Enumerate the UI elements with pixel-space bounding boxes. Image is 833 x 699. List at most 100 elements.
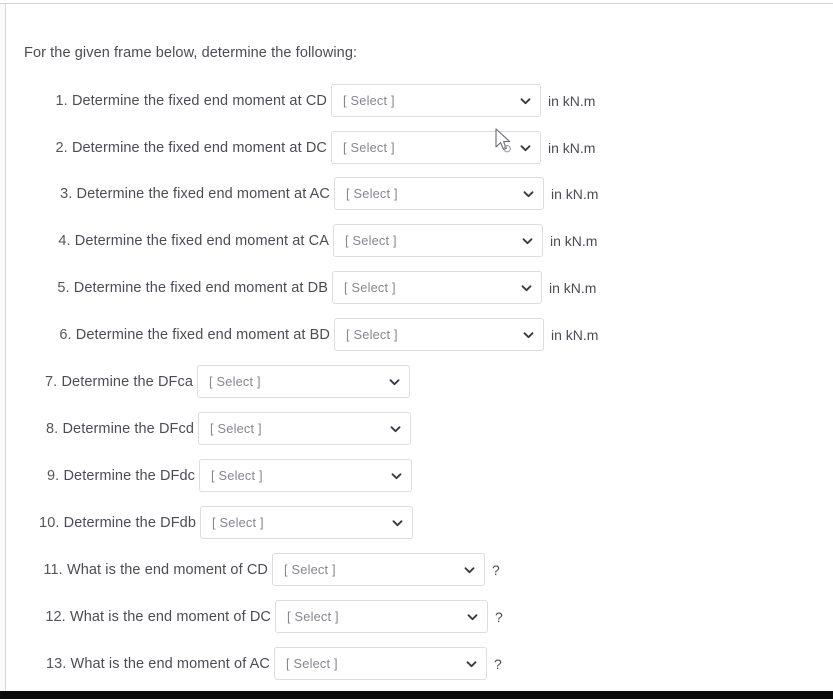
question-label: 12. What is the end moment of DC bbox=[7, 609, 275, 625]
question-number: 3. bbox=[60, 185, 73, 202]
question-text: Determine the fixed end moment at AC bbox=[76, 185, 330, 202]
unit-suffix: in kN.m bbox=[548, 139, 596, 156]
question-number: 6. bbox=[59, 326, 72, 343]
chevron-down-icon[interactable] bbox=[389, 376, 400, 387]
question-label: 7. Determine the DFca bbox=[7, 374, 197, 390]
question-number: 5. bbox=[57, 279, 70, 296]
question-row: 2. Determine the fixed end moment at DC [… bbox=[7, 131, 595, 164]
chevron-down-icon[interactable] bbox=[521, 282, 532, 293]
question-label: 5. Determine the fixed end moment at DB bbox=[7, 280, 332, 296]
question-text: Determine the fixed end moment at DB bbox=[73, 279, 328, 296]
select-placeholder: [ Select ] bbox=[286, 656, 338, 671]
quiz-content: For the given frame below, determine the… bbox=[7, 5, 833, 691]
left-gutter bbox=[0, 4, 6, 699]
select-placeholder: [ Select ] bbox=[343, 93, 395, 108]
question-row: 1. Determine the fixed end moment at CD [… bbox=[7, 84, 595, 117]
select-placeholder: [ Select ] bbox=[346, 327, 398, 342]
question-text: Determine the DFdb bbox=[63, 514, 196, 531]
select-placeholder: [ Select ] bbox=[211, 468, 263, 483]
select-placeholder: [ Select ] bbox=[345, 233, 397, 248]
question-row: 11. What is the end moment of CD [ Select… bbox=[7, 553, 500, 586]
question-text: Determine the fixed end moment at CD bbox=[71, 92, 327, 109]
chevron-down-icon[interactable] bbox=[466, 658, 477, 669]
question-row: 6. Determine the fixed end moment at BD [… bbox=[7, 318, 598, 351]
question-row: 3. Determine the fixed end moment at AC [… bbox=[7, 177, 598, 210]
question-row: 5. Determine the fixed end moment at DB [… bbox=[7, 271, 596, 304]
top-divider bbox=[0, 0, 833, 4]
answer-select-8[interactable]: [ Select ] bbox=[198, 412, 411, 445]
question-number: 7. bbox=[45, 373, 58, 390]
unit-suffix: in kN.m bbox=[548, 92, 596, 109]
question-label: 2. Determine the fixed end moment at DC bbox=[7, 140, 331, 156]
unit-suffix: in kN.m bbox=[551, 326, 599, 343]
question-text: Determine the DFdc bbox=[63, 467, 195, 484]
answer-select-1[interactable]: [ Select ] bbox=[331, 84, 541, 117]
question-label: 3. Determine the fixed end moment at AC bbox=[7, 186, 334, 202]
question-mark: ? bbox=[494, 655, 502, 672]
question-label: 10. Determine the DFdb bbox=[7, 515, 200, 531]
question-label: 6. Determine the fixed end moment at BD bbox=[7, 327, 334, 343]
select-placeholder: [ Select ] bbox=[210, 421, 262, 436]
question-label: 13. What is the end moment of AC bbox=[7, 656, 274, 672]
question-row: 8. Determine the DFcd [ Select ] bbox=[7, 412, 411, 445]
answer-select-11[interactable]: [ Select ] bbox=[272, 553, 485, 586]
unit-suffix: in kN.m bbox=[550, 232, 598, 249]
bottom-bar bbox=[0, 691, 833, 699]
unit-suffix: in kN.m bbox=[549, 279, 597, 296]
question-number: 11. bbox=[43, 561, 63, 578]
question-text: Determine the fixed end moment at BD bbox=[75, 326, 330, 343]
question-text: Determine the fixed end moment at DC bbox=[71, 139, 327, 156]
question-text: Determine the fixed end moment at CA bbox=[74, 232, 329, 249]
select-placeholder: [ Select ] bbox=[346, 186, 398, 201]
answer-select-2[interactable]: [ Select ] bbox=[331, 131, 541, 164]
answer-select-4[interactable]: [ Select ] bbox=[333, 224, 543, 257]
chevron-down-icon[interactable] bbox=[390, 423, 401, 434]
select-placeholder: [ Select ] bbox=[284, 562, 336, 577]
chevron-down-icon[interactable] bbox=[392, 517, 403, 528]
question-number: 9. bbox=[47, 467, 60, 484]
chevron-down-icon[interactable] bbox=[464, 564, 475, 575]
question-number: 1. bbox=[55, 92, 68, 109]
question-label: 4. Determine the fixed end moment at CA bbox=[7, 233, 333, 249]
chevron-down-icon[interactable] bbox=[522, 235, 533, 246]
answer-select-10[interactable]: [ Select ] bbox=[200, 506, 413, 539]
question-row: 13. What is the end moment of AC [ Select… bbox=[7, 647, 502, 680]
chevron-down-icon[interactable] bbox=[520, 142, 531, 153]
chevron-down-icon[interactable] bbox=[467, 611, 478, 622]
select-placeholder: [ Select ] bbox=[344, 280, 396, 295]
question-number: 13. bbox=[45, 655, 67, 672]
question-label: 8. Determine the DFcd bbox=[7, 421, 198, 437]
intro-text: For the given frame below, determine the… bbox=[24, 45, 358, 61]
chevron-down-icon[interactable] bbox=[520, 95, 531, 106]
select-placeholder: [ Select ] bbox=[287, 609, 339, 624]
question-text: What is the end moment of CD bbox=[66, 561, 268, 578]
question-text: Determine the DFca bbox=[61, 373, 193, 390]
question-label: 1. Determine the fixed end moment at CD bbox=[7, 93, 331, 109]
unit-suffix: in kN.m bbox=[551, 185, 599, 202]
question-row: 7. Determine the DFca [ Select ] bbox=[7, 365, 410, 398]
answer-select-13[interactable]: [ Select ] bbox=[274, 647, 487, 680]
question-number: 12. bbox=[45, 608, 66, 625]
question-number: 8. bbox=[46, 420, 59, 437]
question-text: What is the end moment of DC bbox=[69, 608, 271, 625]
answer-select-3[interactable]: [ Select ] bbox=[334, 177, 544, 210]
question-row: 10. Determine the DFdb [ Select ] bbox=[7, 506, 413, 539]
select-placeholder: [ Select ] bbox=[209, 374, 261, 389]
chevron-down-icon[interactable] bbox=[523, 329, 534, 340]
question-number: 4. bbox=[58, 232, 71, 249]
question-label: 9. Determine the DFdc bbox=[7, 468, 199, 484]
question-row: 9. Determine the DFdc [ Select ] bbox=[7, 459, 412, 492]
question-mark: ? bbox=[492, 561, 500, 578]
answer-select-5[interactable]: [ Select ] bbox=[332, 271, 542, 304]
select-placeholder: [ Select ] bbox=[343, 140, 395, 155]
answer-select-9[interactable]: [ Select ] bbox=[199, 459, 412, 492]
question-text: What is the end moment of AC bbox=[70, 655, 270, 672]
chevron-down-icon[interactable] bbox=[523, 188, 534, 199]
answer-select-6[interactable]: [ Select ] bbox=[334, 318, 544, 351]
question-mark: ? bbox=[495, 608, 503, 625]
chevron-down-icon[interactable] bbox=[391, 470, 402, 481]
answer-select-7[interactable]: [ Select ] bbox=[197, 365, 410, 398]
select-placeholder: [ Select ] bbox=[212, 515, 264, 530]
question-number: 2. bbox=[55, 139, 68, 156]
answer-select-12[interactable]: [ Select ] bbox=[275, 600, 488, 633]
